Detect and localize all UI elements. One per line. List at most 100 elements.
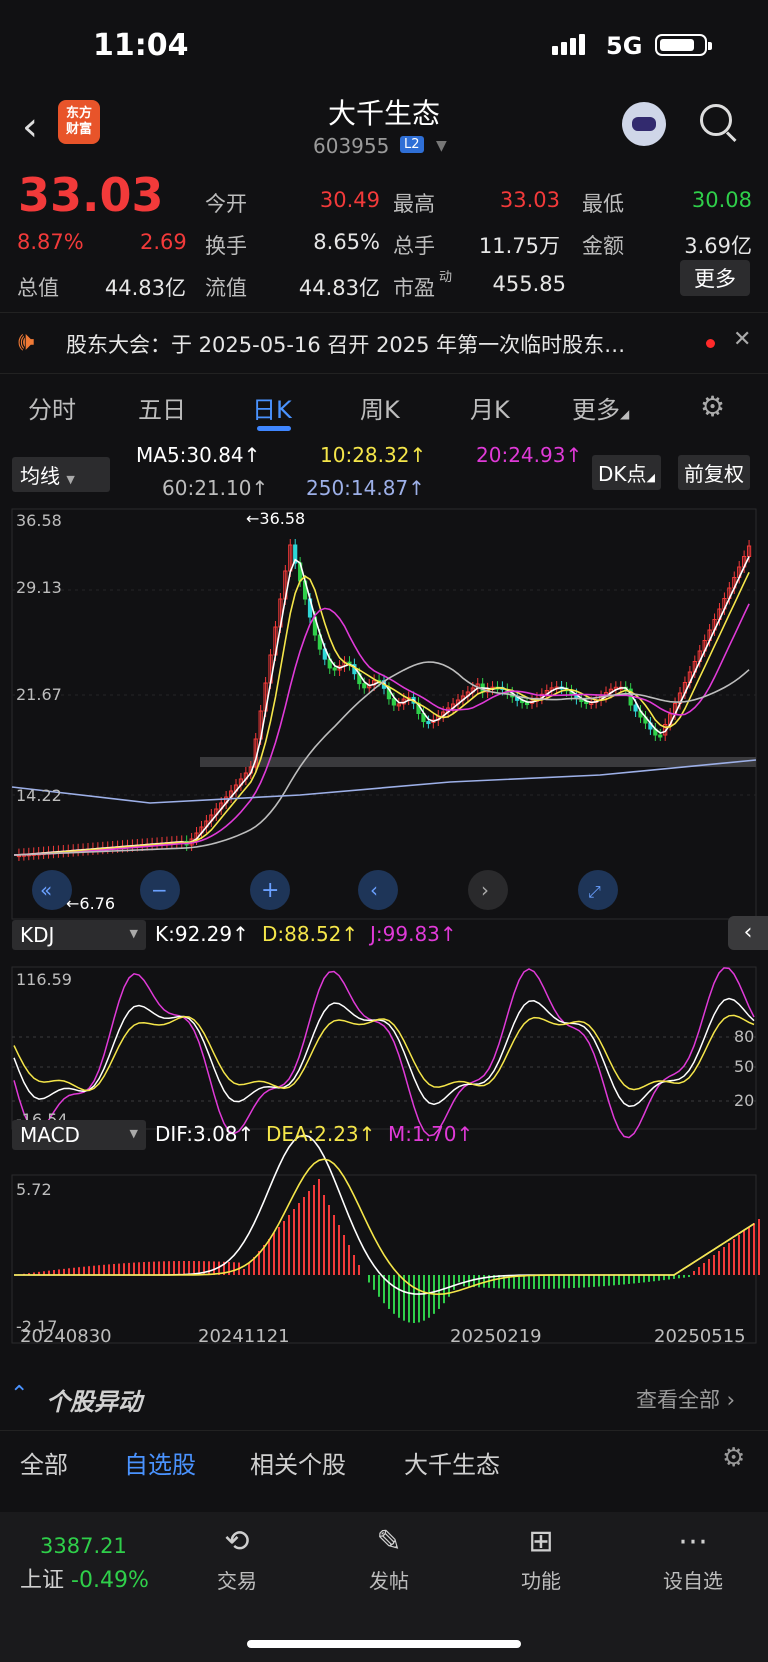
low-marker-value: 6.76 <box>79 894 115 913</box>
quote-label: 总值 <box>17 276 59 300</box>
active-tab-indicator <box>257 426 291 431</box>
candle-body <box>633 704 638 712</box>
tab-intraday[interactable]: 分时 <box>28 390 76 425</box>
index-value: 3387.21 <box>40 1534 127 1558</box>
kdj-k-text: K:92.29 <box>155 922 233 946</box>
adjust-button[interactable]: 前复权 <box>678 455 750 490</box>
tab-five-day[interactable]: 五日 <box>138 390 186 425</box>
back-icon[interactable]: ‹ <box>22 104 38 150</box>
ma60-value: 60:21.10↑ <box>162 476 269 500</box>
kdj-axis-top: 116.59 <box>16 970 72 989</box>
kdj-k-line <box>13 997 755 1108</box>
chart-settings-icon[interactable]: ⚙ <box>700 390 725 423</box>
close-icon[interactable]: ✕ <box>733 327 751 352</box>
price-axis-2: 29.13 <box>16 578 62 597</box>
ma-lines <box>11 556 757 856</box>
date-label-1: 20240830 <box>20 1326 112 1347</box>
more-quote-button[interactable]: 更多 <box>680 260 750 296</box>
stock-code[interactable]: 603955 <box>313 134 389 158</box>
dk-label: DK点 <box>598 462 647 486</box>
quote-label: 最低 <box>582 192 624 216</box>
quote-value: 11.75万 <box>478 234 560 258</box>
search-icon[interactable] <box>700 104 737 143</box>
more-icon: ⋯ <box>678 1524 708 1559</box>
kdj-d-value: D:88.52↑ <box>262 922 359 946</box>
list-tab-watchlist[interactable]: 自选股 <box>124 1445 196 1480</box>
assistant-robot-icon[interactable] <box>622 102 666 146</box>
ma20-value: 20:24.93↑ <box>476 443 583 467</box>
price-axis-max: 36.58 <box>16 511 62 530</box>
view-all-link[interactable]: 查看全部 › <box>636 1384 735 1414</box>
price-axis-4: 14.22 <box>16 786 62 805</box>
app-logo[interactable]: 东方 财富 <box>58 100 100 144</box>
mover-title: 个股异动 <box>46 1388 142 1416</box>
nav-trade[interactable]: ⟲ 交易 <box>182 1524 292 1594</box>
candle-body <box>524 702 530 706</box>
nav-add-watch[interactable]: ⋯ 设自选 <box>638 1524 748 1594</box>
edit-icon: ✎ <box>376 1524 402 1559</box>
minus-icon: − <box>151 878 168 902</box>
kdj-lines <box>13 967 755 1139</box>
ma250-text: 250:14.87 <box>306 476 409 500</box>
list-tab-stock[interactable]: 大千生态 <box>404 1445 500 1480</box>
quote-value: 30.49 <box>319 188 380 212</box>
candle-body <box>362 683 367 689</box>
ma20-text: 20:24.93 <box>476 443 566 467</box>
list-settings-icon[interactable]: ⚙ <box>722 1443 745 1473</box>
low-marker: ←6.76 <box>66 894 115 913</box>
quote-label: 金额 <box>582 234 624 258</box>
indicator-selector[interactable]: 均线 ▼ <box>12 457 110 492</box>
rewind-icon: « <box>40 878 52 902</box>
high-marker-value: 36.58 <box>259 509 305 528</box>
battery-icon <box>655 34 712 56</box>
macd-axis-top: 5.72 <box>16 1180 52 1199</box>
quote-label-sup: 动 <box>439 270 453 285</box>
tab-more[interactable]: 更多◢ <box>572 390 629 425</box>
notice-bar[interactable]: 🕪 股东大会：于 2025-05-16 召开 2025 年第一次临时股东… ✕ <box>0 312 768 374</box>
kdj-selector[interactable]: KDJ ▼ <box>12 920 146 950</box>
chevron-up-icon[interactable]: ⌃ <box>10 1382 28 1407</box>
macd-m-value: M:1.70↑ <box>388 1122 474 1146</box>
stock-mover-header: ⌃ 个股异动 查看全部 › <box>0 1368 768 1428</box>
quote-label: 换手 <box>205 234 247 258</box>
collapse-panel-icon[interactable]: ‹ <box>728 916 768 950</box>
support-band <box>200 757 756 767</box>
prev-button[interactable] <box>358 870 398 910</box>
quote-value: 30.08 <box>691 188 752 212</box>
list-tab-related[interactable]: 相关个股 <box>250 1445 346 1480</box>
kdj-d-text: D:88.52 <box>262 922 342 946</box>
list-tab-all[interactable]: 全部 <box>20 1445 68 1480</box>
yuan-icon: ⟲ <box>224 1524 250 1559</box>
l2-badge[interactable]: L2 <box>400 136 424 153</box>
chart-period-tabs: 分时 五日 日K 周K 月K 更多◢ ⚙ <box>0 374 768 436</box>
quote-label: 流值 <box>205 276 247 300</box>
nav-functions-label: 功能 <box>521 1569 561 1593</box>
plus-icon: + <box>261 878 279 903</box>
view-all-label: 查看全部 <box>636 1388 720 1412</box>
notice-text[interactable]: 股东大会：于 2025-05-16 召开 2025 年第一次临时股东… <box>66 329 625 359</box>
code-dropdown-icon[interactable]: ▼ <box>436 138 447 154</box>
nav-functions[interactable]: ⊞ 功能 <box>486 1524 596 1594</box>
macd-dea-value: DEA:2.23↑ <box>266 1122 376 1146</box>
speaker-icon: 🕪 <box>18 327 35 357</box>
nav-post[interactable]: ✎ 发帖 <box>334 1524 444 1594</box>
index-line: 上证 -0.49% <box>20 1562 170 1594</box>
change-amount: 2.69 <box>140 230 187 254</box>
macd-selector[interactable]: MACD ▼ <box>12 1120 146 1150</box>
ma20-line <box>13 603 750 856</box>
tab-more-label: 更多 <box>572 396 620 424</box>
tab-weekly-k[interactable]: 周K <box>360 390 400 425</box>
price-axis-3: 21.67 <box>16 685 62 704</box>
tab-monthly-k[interactable]: 月K <box>470 390 510 425</box>
kdj-level-80: 80 <box>734 1027 754 1046</box>
status-bar: 11:04 5G <box>0 0 768 92</box>
kdj-j-text: J:99.83 <box>370 922 440 946</box>
kdj-grid <box>12 1036 756 1102</box>
macd-dea-text: DEA:2.23 <box>266 1122 359 1146</box>
tab-daily-k[interactable]: 日K <box>252 390 292 425</box>
expand-icon: ⤢ <box>588 882 601 901</box>
dk-point-button[interactable]: DK点◢ <box>592 455 661 490</box>
index-ticker[interactable]: 3387.21 上证 -0.49% <box>20 1534 170 1594</box>
ma5-line <box>13 556 750 856</box>
ma10-value: 10:28.32↑ <box>320 443 427 467</box>
